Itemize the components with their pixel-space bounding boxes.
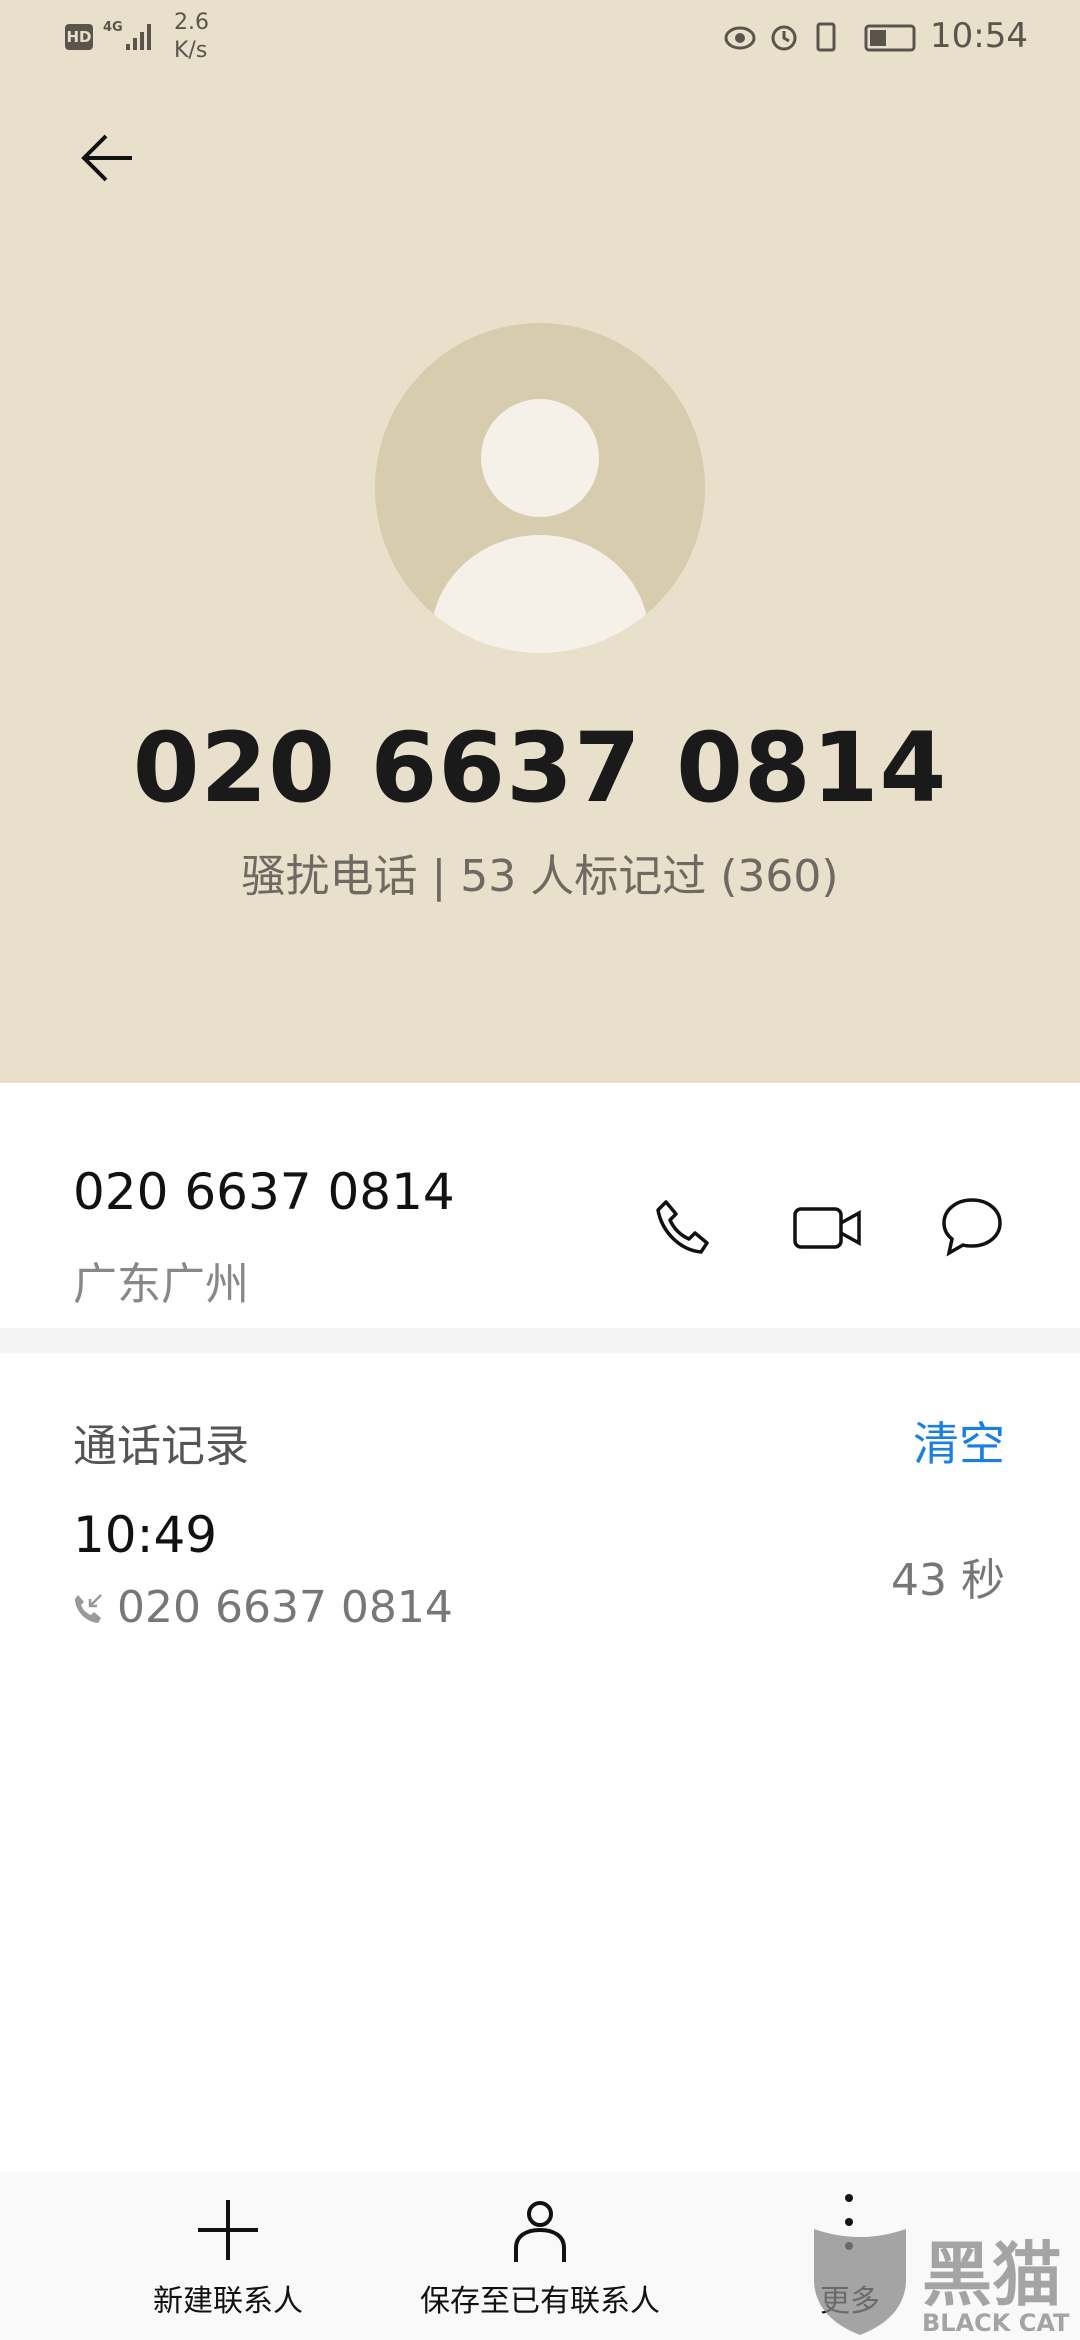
clear-button[interactable]: 清空 — [913, 1408, 1005, 1474]
battery-icon — [864, 24, 916, 52]
watermark-shield-icon — [814, 2229, 906, 2335]
new-contact-label: 新建联系人 — [153, 2284, 303, 2319]
watermark-subtext: BLACK CAT — [922, 2309, 1070, 2337]
net-speed-unit: K/s — [174, 38, 208, 63]
phone-icon[interactable] — [652, 1196, 716, 1262]
header-number: 020 6637 0814 — [132, 712, 948, 824]
back-arrow-icon[interactable] — [78, 130, 138, 186]
save-to-existing-label: 保存至已有联系人 — [420, 2284, 660, 2319]
watermark: 黑猫 BLACK CAT — [810, 2225, 1080, 2340]
eye-icon — [724, 26, 756, 50]
message-icon[interactable] — [940, 1196, 1004, 1260]
call-log-entry[interactable]: 10:49 020 6637 0814 43 秒 — [0, 1490, 1080, 1650]
section-divider — [0, 1328, 1080, 1353]
plus-icon — [198, 2200, 258, 2260]
watermark-text: 黑猫 — [922, 2234, 1062, 2316]
call-duration: 43 秒 — [891, 1555, 1005, 1606]
spam-tag: 骚扰电话 | 53 人标记过 (360) — [241, 851, 839, 902]
hd-icon: HD — [65, 24, 93, 50]
status-icons — [724, 22, 916, 52]
avatar — [375, 323, 705, 653]
clock: 10:54 — [930, 16, 1028, 56]
net-speed: 2.6 — [174, 10, 209, 35]
new-contact-button[interactable]: 新建联系人 — [48, 2172, 408, 2340]
save-to-existing-button[interactable]: 保存至已有联系人 — [360, 2172, 720, 2340]
video-call-icon[interactable] — [792, 1203, 864, 1253]
incoming-call-icon — [75, 1594, 102, 1623]
call-time: 10:49 — [73, 1506, 218, 1564]
vibrate-icon — [816, 22, 836, 52]
call-number: 020 6637 0814 — [117, 1582, 453, 1633]
signal-icon — [126, 24, 151, 50]
alarm-icon — [771, 25, 797, 51]
call-log-title: 通话记录 — [73, 1421, 249, 1472]
person-icon — [514, 2201, 566, 2262]
contact-location: 广东广州 — [73, 1259, 249, 1310]
contact-number[interactable]: 020 6637 0814 — [73, 1163, 455, 1221]
